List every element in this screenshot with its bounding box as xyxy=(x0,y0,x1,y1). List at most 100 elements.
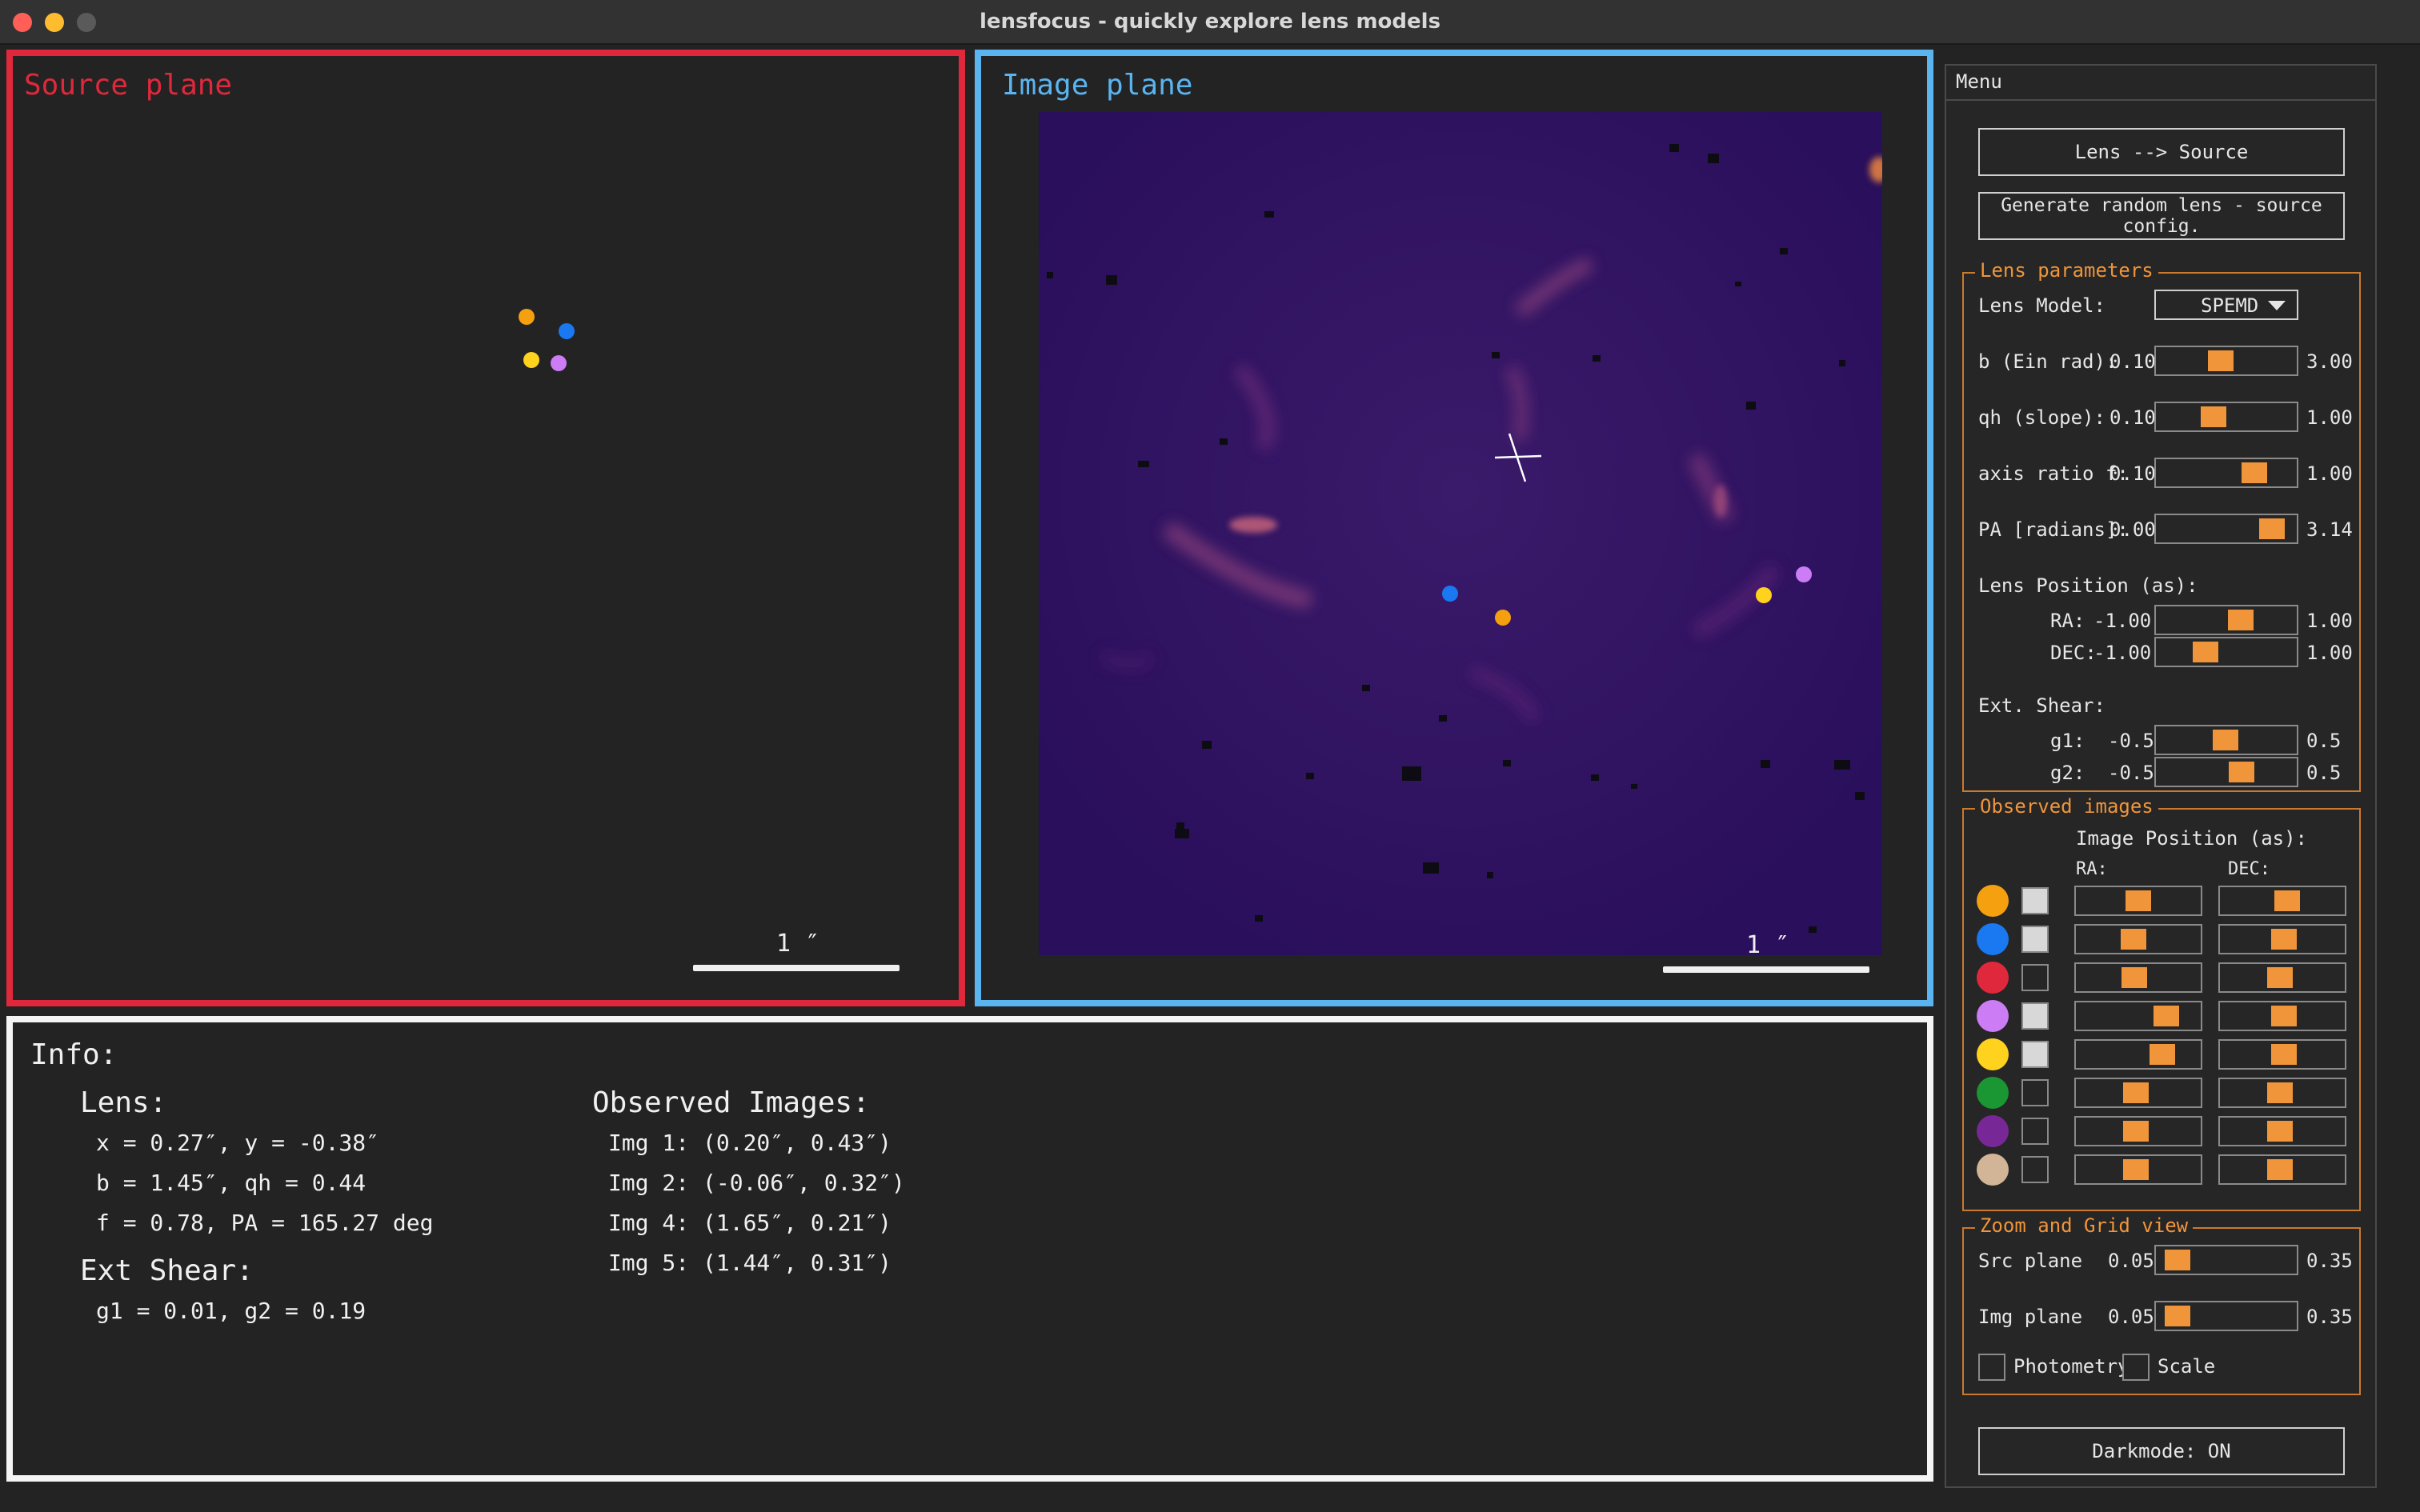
observed-image-5-dec-thumb[interactable] xyxy=(2271,1044,2298,1065)
source-point-yellow[interactable] xyxy=(523,352,539,368)
observed-image-8-checkbox[interactable] xyxy=(2021,1156,2049,1183)
observed-image-7-dec-slider[interactable] xyxy=(2218,1116,2346,1146)
photometry-checkbox[interactable] xyxy=(1978,1354,2005,1381)
observed-image-4-ra-thumb[interactable] xyxy=(2153,1006,2179,1026)
observed-image-7-ra-thumb[interactable] xyxy=(2122,1121,2149,1142)
shear-g2-slider[interactable] xyxy=(2154,757,2298,787)
observed-image-8-dec-slider[interactable] xyxy=(2218,1154,2346,1185)
observed-image-4-dec-thumb[interactable] xyxy=(2271,1006,2298,1026)
source-scale-label: 1 ″ xyxy=(776,930,820,958)
observed-image-6-ra-slider[interactable] xyxy=(2074,1078,2202,1108)
lens-position-ra-label: RA: xyxy=(2050,610,2085,632)
observed-image-3-ra-thumb[interactable] xyxy=(2122,967,2148,988)
lens-position-ra-slider-thumb[interactable] xyxy=(2227,610,2254,630)
observed-image-2-dec-thumb[interactable] xyxy=(2271,929,2298,950)
shear-g1-slider-thumb[interactable] xyxy=(2212,730,2238,750)
lens-param-pa-radians-slider-thumb[interactable] xyxy=(2259,518,2286,539)
shear-line: g1 = 0.01, g2 = 0.19 xyxy=(96,1298,367,1324)
observed-image-2-checkbox[interactable] xyxy=(2021,926,2049,953)
observed-image-3-checkbox[interactable] xyxy=(2021,964,2049,991)
source-point-blue[interactable] xyxy=(559,323,575,339)
observed-image-3-dec-slider[interactable] xyxy=(2218,962,2346,993)
observed-image-8-dec-thumb[interactable] xyxy=(2266,1159,2293,1180)
observed-image-4-ra-slider[interactable] xyxy=(2074,1001,2202,1031)
image-point-purple[interactable] xyxy=(1796,566,1812,582)
observed-image-7-dec-thumb[interactable] xyxy=(2266,1121,2293,1142)
observed-image-8-ra-thumb[interactable] xyxy=(2122,1159,2149,1180)
shear-g1-slider[interactable] xyxy=(2154,725,2298,755)
lens-param-axis-ratio-f-slider[interactable] xyxy=(2154,458,2298,488)
lens-param-qh-slope-label: qh (slope): xyxy=(1978,406,2105,429)
lens-to-source-button[interactable]: Lens --> Source xyxy=(1978,128,2345,176)
observed-image-6-dec-thumb[interactable] xyxy=(2266,1082,2293,1103)
zoom-src-plane-slider[interactable] xyxy=(2154,1245,2298,1275)
lens-param-axis-ratio-f-max: 1.00 xyxy=(2306,462,2353,485)
observed-image-7-checkbox[interactable] xyxy=(2021,1118,2049,1145)
lens-param-b-ein-rad-slider[interactable] xyxy=(2154,346,2298,376)
zoom-img-plane-slider-thumb[interactable] xyxy=(2164,1306,2190,1326)
shear-g2-slider-thumb[interactable] xyxy=(2229,762,2255,782)
observed-image-2-dec-slider[interactable] xyxy=(2218,924,2346,954)
lens-model-select[interactable]: SPEMD xyxy=(2154,290,2298,320)
lens-param-b-ein-rad-label: b (Ein rad): xyxy=(1978,350,2118,373)
lens-param-qh-slope-slider-thumb[interactable] xyxy=(2200,406,2226,427)
lens-position-ra-slider[interactable] xyxy=(2154,605,2298,635)
observed-image-6-checkbox[interactable] xyxy=(2021,1079,2049,1106)
lens-parameters-label: Lens parameters xyxy=(1975,259,2158,282)
image-point-blue[interactable] xyxy=(1442,586,1458,602)
observed-image-4-dec-slider[interactable] xyxy=(2218,1001,2346,1031)
observed-image-4-color-icon xyxy=(1977,1000,2009,1032)
zoom-img-plane-slider[interactable] xyxy=(2154,1301,2298,1331)
source-point-purple[interactable] xyxy=(551,355,567,371)
observed-image-7-ra-slider[interactable] xyxy=(2074,1116,2202,1146)
shear-g1-label: g1: xyxy=(2050,730,2085,752)
darkmode-button[interactable]: Darkmode: ON xyxy=(1978,1427,2345,1475)
lens-param-qh-slope-max: 1.00 xyxy=(2306,406,2353,429)
observed-image-2-ra-slider[interactable] xyxy=(2074,924,2202,954)
image-plane-panel[interactable]: Image plane 1 ″ xyxy=(975,50,1933,1006)
lens-param-b-ein-rad-slider-thumb[interactable] xyxy=(2208,350,2234,371)
chevron-down-icon xyxy=(2268,301,2286,310)
lens-param-pa-radians-slider[interactable] xyxy=(2154,514,2298,544)
observed-image-1-dec-thumb[interactable] xyxy=(2274,890,2300,911)
image-point-orange[interactable] xyxy=(1495,610,1511,626)
shear-g2-label: g2: xyxy=(2050,762,2085,784)
image-position-label: Image Position (as): xyxy=(2076,827,2307,850)
observed-image-1-ra-thumb[interactable] xyxy=(2126,890,2151,911)
lens-param-axis-ratio-f-slider-thumb[interactable] xyxy=(2242,462,2268,483)
observed-image-2-ra-thumb[interactable] xyxy=(2121,929,2147,950)
lens-position-dec-min: -1.00 xyxy=(2093,642,2152,664)
source-point-orange[interactable] xyxy=(519,309,535,325)
observed-image-5-ra-slider[interactable] xyxy=(2074,1039,2202,1070)
observed-image-5-color-icon xyxy=(1977,1038,2009,1070)
observed-image-1-dec-slider[interactable] xyxy=(2218,886,2346,916)
lens-position-dec-slider-thumb[interactable] xyxy=(2193,642,2219,662)
lens-position-ra-min: -1.00 xyxy=(2093,610,2152,632)
observed-image-1-checkbox[interactable] xyxy=(2021,887,2049,914)
lens-position-dec-slider[interactable] xyxy=(2154,637,2298,667)
lens-image[interactable] xyxy=(1039,112,1882,955)
random-config-button[interactable]: Generate random lens - source config. xyxy=(1978,192,2345,240)
shear-g2-max: 0.5 xyxy=(2306,762,2342,784)
observed-image-7-color-icon xyxy=(1977,1115,2009,1147)
lens-position-dec-max: 1.00 xyxy=(2306,642,2353,664)
observed-image-3-ra-slider[interactable] xyxy=(2074,962,2202,993)
scale-checkbox[interactable] xyxy=(2122,1354,2150,1381)
source-plane-panel[interactable]: Source plane 1 ″ xyxy=(6,50,965,1006)
observed-image-1-ra-slider[interactable] xyxy=(2074,886,2202,916)
observed-image-5-checkbox[interactable] xyxy=(2021,1041,2049,1068)
photometry-label: Photometry xyxy=(2013,1355,2130,1378)
observed-image-6-dec-slider[interactable] xyxy=(2218,1078,2346,1108)
image-point-yellow[interactable] xyxy=(1756,587,1772,603)
zoom-src-plane-slider-thumb[interactable] xyxy=(2164,1250,2190,1270)
observed-image-3-dec-thumb[interactable] xyxy=(2266,967,2293,988)
observed-image-5-ra-thumb[interactable] xyxy=(2150,1044,2176,1065)
observed-images-label: Observed images xyxy=(1975,795,2158,818)
observed-image-6-ra-thumb[interactable] xyxy=(2122,1082,2149,1103)
observed-image-3-color-icon xyxy=(1977,962,2009,994)
lens-param-qh-slope-slider[interactable] xyxy=(2154,402,2298,432)
observed-image-5-dec-slider[interactable] xyxy=(2218,1039,2346,1070)
zoom-src-plane-label: Src plane xyxy=(1978,1250,2083,1272)
observed-image-4-checkbox[interactable] xyxy=(2021,1002,2049,1030)
observed-image-8-ra-slider[interactable] xyxy=(2074,1154,2202,1185)
